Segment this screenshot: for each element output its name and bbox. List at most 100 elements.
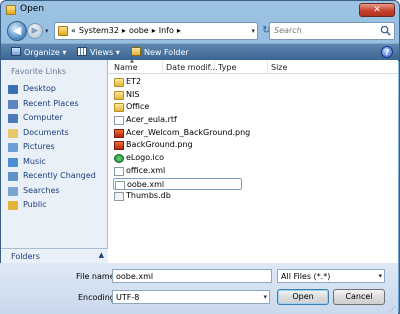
- sidebar-item-desktop[interactable]: Desktop: [8, 82, 108, 97]
- list-item[interactable]: NIS: [113, 89, 398, 102]
- image-file-icon: [114, 141, 124, 151]
- address-bar[interactable]: «System32 ▸ oobe ▸ Info ▸ ▾: [54, 22, 258, 40]
- folder-icon: [58, 26, 68, 36]
- sidebar-item-pictures[interactable]: Pictures: [8, 140, 108, 155]
- file-type-value: All Files (*.*): [281, 272, 331, 281]
- music-icon: [8, 157, 18, 167]
- breadcrumb-system32[interactable]: System32: [79, 26, 119, 35]
- breadcrumb-info[interactable]: Info: [159, 26, 174, 35]
- sidebar-item-label: Recently Changed: [23, 171, 96, 180]
- open-button[interactable]: Open: [277, 289, 329, 305]
- list-item[interactable]: ET2: [113, 76, 398, 89]
- history-dropdown-icon[interactable]: ▾: [45, 27, 49, 35]
- sidebar-item-searches[interactable]: Searches: [8, 184, 108, 199]
- sidebar-item-label: Recent Places: [23, 98, 79, 108]
- search-icon[interactable]: [380, 25, 391, 36]
- documents-icon: [8, 128, 18, 138]
- file-name: ET2: [126, 77, 142, 86]
- back-button[interactable]: ◀: [7, 21, 27, 41]
- new-folder-icon: [131, 47, 141, 56]
- list-item[interactable]: Thumbs.db: [113, 190, 398, 203]
- sidebar-item-recently-changed[interactable]: Recently Changed: [8, 169, 108, 184]
- command-bar: Organize ▾ Views ▾ New Folder ?: [1, 43, 399, 61]
- file-name: Thumbs.db: [126, 191, 171, 201]
- dialog-footer: File name: oobe.xml All Files (*.*) ▾ En…: [0, 263, 398, 314]
- close-button[interactable]: ✕: [359, 3, 395, 17]
- column-divider[interactable]: [162, 61, 163, 73]
- sidebar-item-music[interactable]: Music: [8, 155, 108, 170]
- document-icon: [115, 180, 125, 190]
- column-divider[interactable]: [267, 61, 268, 73]
- list-item-selected[interactable]: oobe.xml: [113, 177, 242, 191]
- cancel-button[interactable]: Cancel: [333, 289, 385, 305]
- views-label: Views ▾: [90, 48, 120, 57]
- address-dropdown-icon[interactable]: ▾: [251, 27, 255, 35]
- column-date-modified[interactable]: Date modif...: [166, 63, 218, 72]
- breadcrumb-overflow[interactable]: «: [71, 26, 76, 35]
- file-name-input[interactable]: oobe.xml: [112, 269, 272, 283]
- list-item[interactable]: Acer_eula.rtf: [113, 114, 398, 127]
- list-item[interactable]: BackGround.png: [113, 139, 398, 152]
- resize-grip-icon[interactable]: ⋰: [389, 305, 396, 313]
- sidebar-item-public[interactable]: Public: [8, 198, 108, 213]
- favorite-links-heading: Favorite Links: [11, 67, 67, 76]
- database-file-icon: [114, 192, 124, 202]
- sidebar-item-documents[interactable]: Documents: [8, 126, 108, 141]
- column-type[interactable]: Type: [218, 63, 236, 72]
- chevron-down-icon: ▾: [378, 272, 382, 280]
- file-name: Acer_Welcom_BackGround.png: [126, 127, 251, 137]
- sidebar-item-label: Searches: [23, 185, 60, 195]
- file-name: eLogo.ico: [126, 153, 165, 163]
- sidebar-item-label: Pictures: [23, 142, 55, 151]
- desktop-icon: [8, 85, 18, 94]
- forward-button[interactable]: ▶: [27, 23, 43, 39]
- file-list-pane: ▲ Name Date modif... Type Size ET2 NIS O…: [108, 58, 398, 263]
- sidebar-item-computer[interactable]: Computer: [8, 111, 108, 126]
- breadcrumb-separator[interactable]: ▸: [177, 26, 181, 35]
- file-name: NIS: [126, 89, 140, 99]
- public-icon: [8, 201, 18, 210]
- folder-icon: [114, 103, 124, 113]
- views-menu[interactable]: Views ▾: [77, 47, 120, 57]
- file-name: BackGround.png: [126, 140, 193, 150]
- recent-places-icon: [8, 99, 18, 109]
- encoding-select[interactable]: UTF-8 ▾: [112, 290, 270, 304]
- help-button[interactable]: ?: [381, 46, 393, 58]
- sidebar-item-recent-places[interactable]: Recent Places: [8, 97, 108, 112]
- file-type-select[interactable]: All Files (*.*) ▾: [277, 269, 385, 283]
- views-icon: [77, 47, 87, 56]
- column-size[interactable]: Size: [271, 63, 287, 72]
- title-bar: Open ✕: [1, 1, 399, 19]
- favorite-links-list: Desktop Recent Places Computer Documents…: [8, 82, 108, 213]
- organize-menu[interactable]: Organize ▾: [11, 47, 66, 57]
- search-input[interactable]: Search: [269, 22, 395, 40]
- folder-icon: [6, 5, 16, 15]
- breadcrumb-separator[interactable]: ▸: [152, 26, 156, 35]
- list-item[interactable]: eLogo.ico: [113, 152, 398, 165]
- sidebar-item-label: Public: [23, 200, 47, 209]
- document-icon: [114, 166, 124, 176]
- document-icon: [114, 116, 124, 126]
- navigation-bar: ◀ ▶ ▾ «System32 ▸ oobe ▸ Info ▸ ▾ ↻ Search: [5, 21, 397, 43]
- sidebar-item-label: Music: [23, 156, 46, 166]
- file-name: Office: [126, 102, 150, 112]
- file-list: ET2 NIS Office Acer_eula.rtf Acer_Welcom…: [113, 76, 398, 203]
- breadcrumb-oobe[interactable]: oobe: [129, 26, 149, 35]
- new-folder-button[interactable]: New Folder: [131, 47, 189, 57]
- image-file-icon: [114, 128, 124, 138]
- pictures-icon: [8, 143, 18, 152]
- column-name[interactable]: Name: [114, 63, 138, 72]
- breadcrumb-separator[interactable]: ▸: [122, 26, 126, 35]
- file-name: Acer_eula.rtf: [126, 115, 177, 125]
- search-placeholder: Search: [274, 26, 302, 35]
- list-item[interactable]: office.xml: [113, 165, 398, 178]
- folders-toggle[interactable]: Folders ▲: [1, 248, 108, 263]
- list-item[interactable]: Office: [113, 101, 398, 114]
- column-headers: ▲ Name Date modif... Type Size: [108, 58, 398, 74]
- organize-label: Organize ▾: [24, 48, 67, 57]
- column-divider[interactable]: [214, 61, 215, 73]
- new-folder-label: New Folder: [144, 48, 189, 57]
- sidebar-item-label: Documents: [23, 127, 69, 137]
- list-item[interactable]: Acer_Welcom_BackGround.png: [113, 127, 398, 140]
- file-name: office.xml: [126, 165, 166, 175]
